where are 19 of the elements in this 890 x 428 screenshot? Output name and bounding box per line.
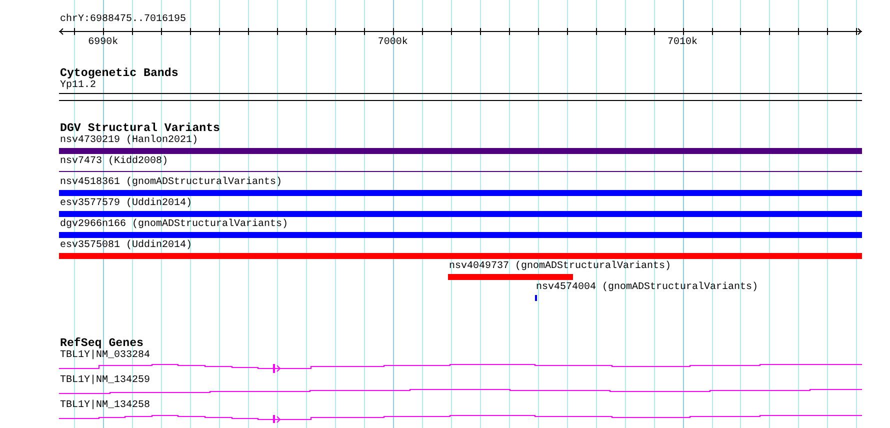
band-label: Yp11.2 bbox=[59, 80, 96, 92]
tick-label: 7000k bbox=[378, 37, 408, 46]
gene-label: TBL1Y|NM_033284 bbox=[59, 350, 150, 362]
gene-label: TBL1Y|NM_134259 bbox=[59, 375, 150, 387]
variant-label: nsv4518361 (gnomADStructuralVariants) bbox=[59, 177, 282, 189]
variant-label: nsv4574004 (gnomADStructuralVariants) bbox=[535, 282, 758, 294]
tick-label: 7010k bbox=[668, 37, 698, 46]
variant-label: dgv2966n166 (gnomADStructuralVariants) bbox=[59, 219, 288, 231]
coordinate-range-label: chrY:6988475..7016195 bbox=[59, 14, 186, 26]
gene-label: TBL1Y|NM_134258 bbox=[59, 400, 150, 412]
variant-label: esv3577579 (Uddin2014) bbox=[59, 198, 192, 210]
track-title: RefSeq Genes bbox=[59, 338, 144, 350]
variant-label: nsv4049737 (gnomADStructuralVariants) bbox=[448, 261, 672, 273]
tick-label: 6990k bbox=[88, 37, 118, 46]
track-title: Cytogenetic Bands bbox=[59, 68, 178, 80]
variant-label: esv3575081 (Uddin2014) bbox=[59, 240, 192, 252]
variant-label: nsv7473 (Kidd2008) bbox=[59, 156, 168, 168]
track-title: DGV Structural Variants bbox=[59, 123, 220, 135]
variant-label: nsv4730219 (Hanlon2021) bbox=[59, 135, 198, 147]
